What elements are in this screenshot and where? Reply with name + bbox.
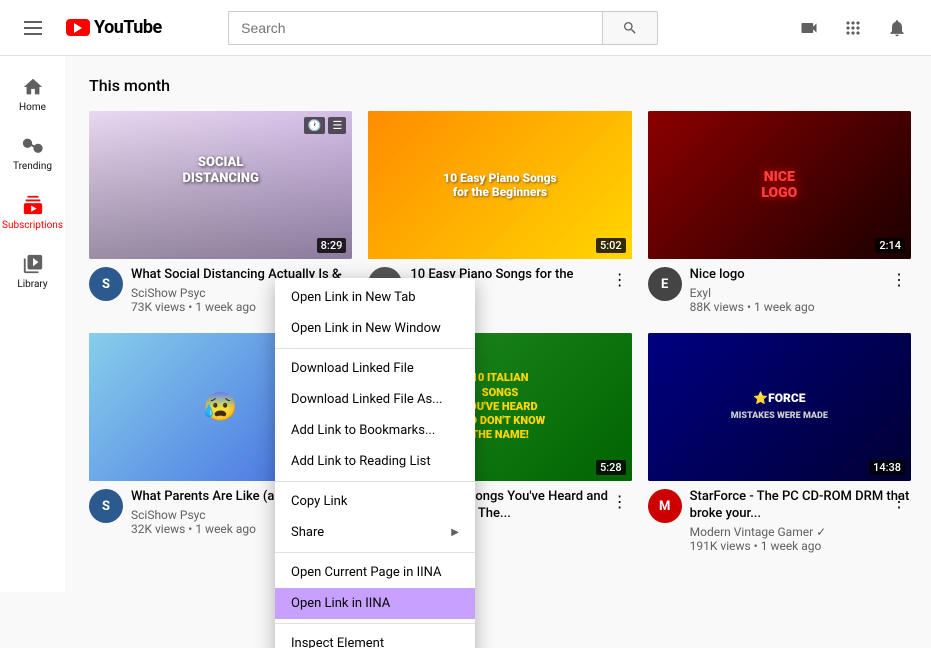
menu-item-open-new-tab[interactable]: Open Link in New Tab: [275, 282, 475, 313]
video-views-v6: 191K views: [690, 539, 751, 553]
sidebar-item-trending[interactable]: Trending: [4, 123, 61, 180]
avatar-v1: S: [89, 267, 123, 301]
video-grid: SOCIALDISTANCING 🕐 ☰ 8:29 S What Social …: [89, 111, 911, 553]
menu-item-copy-link[interactable]: Copy Link: [275, 486, 475, 517]
search-button[interactable]: [602, 11, 658, 45]
more-button-v2[interactable]: ⋮: [608, 267, 632, 291]
channel-name-v1: SciShow Psyc: [131, 286, 206, 300]
notifications-button[interactable]: [879, 10, 915, 46]
search-bar: [228, 11, 658, 45]
video-info-v3: E Nice logo Exyl 88K views • 1 week ago …: [648, 267, 911, 314]
video-details-v3: Nice logo Exyl 88K views • 1 week ago: [690, 267, 911, 314]
thumbnail-v3: NICELOGO 2:14: [648, 111, 911, 259]
menu-item-download-linked[interactable]: Download Linked File: [275, 353, 475, 384]
more-button-v3[interactable]: ⋮: [887, 267, 911, 291]
video-views-v4: 32K views: [131, 522, 185, 536]
video-views-v3: 88K views: [690, 300, 744, 314]
video-views-v1: 73K views: [131, 300, 185, 314]
thumbnail-v6: ⭐FORCEMISTAKES WERE MADE 14:38: [648, 333, 911, 481]
bell-icon: [887, 18, 907, 38]
create-video-button[interactable]: [791, 10, 827, 46]
video-age-v4: 1 week ago: [195, 522, 256, 536]
home-icon: [22, 76, 44, 98]
sidebar-item-home-label: Home: [19, 102, 46, 113]
trending-icon: [22, 135, 44, 157]
video-meta-v6: Modern Vintage Gamer ✓ 191K views • 1 we…: [690, 525, 911, 553]
channel-name-v3: Exyl: [690, 286, 711, 300]
youtube-logo-icon: [66, 19, 90, 36]
menu-item-add-bookmarks[interactable]: Add Link to Bookmarks...: [275, 415, 475, 446]
apps-icon: [843, 18, 863, 38]
youtube-logo[interactable]: YouTube: [66, 17, 162, 38]
share-submenu-arrow: ▶: [451, 527, 459, 538]
apps-button[interactable]: [835, 10, 871, 46]
menu-item-open-current-iina[interactable]: Open Current Page in IINA: [275, 557, 475, 588]
avatar-v6: M: [648, 489, 682, 523]
video-meta-v3: Exyl 88K views • 1 week ago: [690, 286, 911, 314]
header-right: [791, 10, 915, 46]
menu-divider-1: [275, 348, 475, 349]
main-content: This month SOCIALDISTANCING 🕐 ☰ 8:29 S: [65, 56, 931, 592]
video-card-v3[interactable]: NICELOGO 2:14 E Nice logo Exyl 88K views…: [648, 111, 911, 317]
duration-v3: 2:14: [875, 238, 905, 253]
video-title-v3: Nice logo: [690, 267, 911, 284]
menu-item-open-new-window[interactable]: Open Link in New Window: [275, 313, 475, 344]
avatar-v3: E: [648, 267, 682, 301]
channel-name-v4: SciShow Psyc: [131, 508, 206, 522]
menu-divider-3: [275, 552, 475, 553]
menu-item-share[interactable]: Share ▶: [275, 517, 475, 548]
video-age-v1: 1 week ago: [195, 300, 256, 314]
subscriptions-icon: [22, 194, 44, 216]
search-icon: [622, 20, 638, 36]
sidebar-item-library-label: Library: [17, 279, 47, 290]
logo-text: YouTube: [94, 17, 162, 38]
sidebar: Home Trending Subscriptions Library: [0, 56, 65, 592]
duration-v1: 8:29: [317, 238, 347, 253]
more-button-v6[interactable]: ⋮: [887, 489, 911, 513]
library-icon: [22, 253, 44, 275]
thumbnail-v2: 10 Easy Piano Songsfor the Beginners 5:0…: [368, 111, 631, 259]
video-info-v6: M StarForce - The PC CD-ROM DRM that bro…: [648, 489, 911, 553]
duration-v5: 5:28: [596, 460, 626, 475]
sidebar-item-trending-label: Trending: [13, 161, 52, 172]
search-input[interactable]: [228, 11, 602, 45]
video-age-v3: 1 week ago: [754, 300, 815, 314]
menu-button[interactable]: [16, 13, 50, 43]
video-title-v6: StarForce - The PC CD-ROM DRM that broke…: [690, 489, 911, 523]
section-title: This month: [89, 76, 911, 95]
video-camera-icon: [799, 18, 819, 38]
add-to-queue-icon[interactable]: ☰: [328, 117, 346, 134]
sidebar-item-home[interactable]: Home: [4, 64, 61, 121]
more-button-v5[interactable]: ⋮: [608, 489, 632, 513]
duration-v2: 5:02: [596, 238, 626, 253]
avatar-v4: S: [89, 489, 123, 523]
video-age-v6: 1 week ago: [761, 539, 822, 553]
channel-name-v6: Modern Vintage Gamer ✓: [690, 525, 827, 539]
menu-divider-2: [275, 481, 475, 482]
video-card-v6[interactable]: ⭐FORCEMISTAKES WERE MADE 14:38 M StarFor…: [648, 333, 911, 553]
sidebar-item-subscriptions[interactable]: Subscriptions: [4, 182, 61, 239]
thumbnail-v1: SOCIALDISTANCING 🕐 ☰ 8:29: [89, 111, 352, 259]
menu-item-add-reading-list[interactable]: Add Link to Reading List: [275, 446, 475, 477]
sidebar-item-subscriptions-label: Subscriptions: [2, 220, 63, 231]
video-details-v6: StarForce - The PC CD-ROM DRM that broke…: [690, 489, 911, 553]
header-left: YouTube: [16, 13, 162, 43]
duration-v6: 14:38: [869, 460, 905, 475]
sidebar-item-library[interactable]: Library: [4, 241, 61, 298]
menu-item-download-linked-as[interactable]: Download Linked File As...: [275, 384, 475, 415]
watch-later-icon[interactable]: 🕐: [304, 117, 326, 134]
header: YouTube: [0, 0, 931, 56]
